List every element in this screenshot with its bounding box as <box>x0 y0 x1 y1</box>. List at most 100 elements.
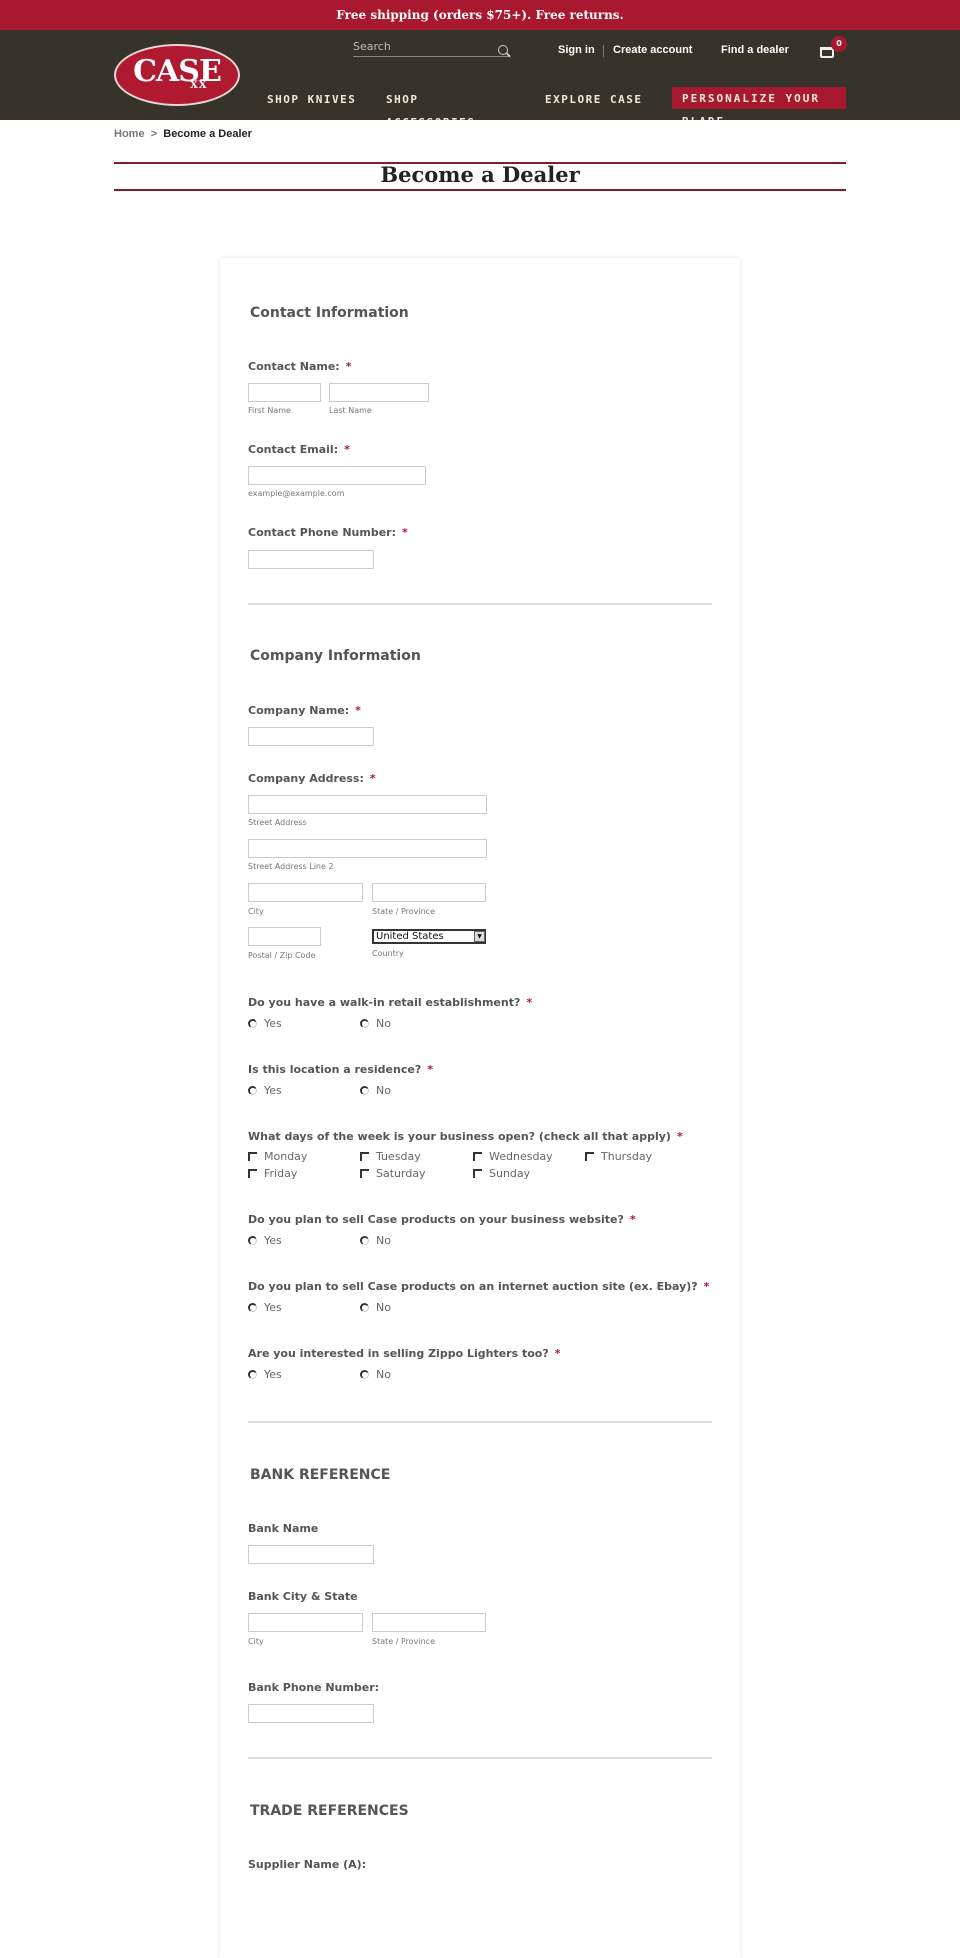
website-yes-radio[interactable]: Yes <box>248 1234 282 1247</box>
bank-state-input[interactable] <box>372 1613 486 1632</box>
day-checkbox[interactable]: Thursday <box>585 1150 652 1163</box>
zip-hint: Postal / Zip Code <box>248 951 316 960</box>
required-marker: * <box>344 443 350 456</box>
contact-phone-label: Contact Phone Number: * <box>248 526 408 539</box>
radio-icon <box>360 1019 369 1028</box>
search-icon[interactable] <box>498 45 508 55</box>
field-label: Bank Name <box>248 1522 319 1535</box>
nav-explore-case[interactable]: EXPLORE CASE <box>545 88 655 111</box>
street2-hint: Street Address Line 2 <box>248 862 334 871</box>
company-name-input[interactable] <box>248 727 374 746</box>
first-name-hint: First Name <box>248 406 291 415</box>
breadcrumb-separator: > <box>150 128 158 140</box>
option-label: Yes <box>264 1084 282 1097</box>
field-label: What days of the week is your business o… <box>248 1130 671 1143</box>
auction-no-radio[interactable]: No <box>360 1301 391 1314</box>
first-name-input[interactable] <box>248 383 321 402</box>
country-hint: Country <box>372 949 404 958</box>
day-checkbox[interactable]: Tuesday <box>360 1150 421 1163</box>
breadcrumb: Home > Become a Dealer <box>114 128 252 140</box>
bank-city-input[interactable] <box>248 1613 363 1632</box>
option-label: Sunday <box>489 1167 531 1180</box>
day-checkbox[interactable]: Saturday <box>360 1167 426 1180</box>
option-label: No <box>376 1017 391 1030</box>
walkin-no-radio[interactable]: No <box>360 1017 391 1030</box>
bank-state-hint: State / Province <box>372 1637 435 1646</box>
auction-question: Do you plan to sell Case products on an … <box>248 1280 709 1293</box>
walkin-yes-radio[interactable]: Yes <box>248 1017 282 1030</box>
residence-no-radio[interactable]: No <box>360 1084 391 1097</box>
street-input[interactable] <box>248 795 487 814</box>
zippo-yes-radio[interactable]: Yes <box>248 1368 282 1381</box>
required-marker: * <box>703 1280 710 1293</box>
city-input[interactable] <box>248 883 363 902</box>
zippo-no-radio[interactable]: No <box>360 1368 391 1381</box>
option-label: No <box>376 1301 391 1314</box>
residence-question: Is this location a residence? * <box>248 1063 433 1076</box>
bank-phone-label: Bank Phone Number: <box>248 1681 379 1694</box>
street2-input[interactable] <box>248 839 487 858</box>
option-label: Saturday <box>376 1167 426 1180</box>
nav-shop-accessories[interactable]: SHOP ACCESSORIES <box>386 88 506 120</box>
zip-input[interactable] <box>248 927 321 946</box>
website-question: Do you plan to sell Case products on you… <box>248 1213 636 1226</box>
cart-count-badge: 0 <box>831 36 847 52</box>
field-label: Is this location a residence? <box>248 1063 422 1076</box>
contact-name-label: Contact Name: * <box>248 360 351 373</box>
city-hint: City <box>248 907 264 916</box>
section-trade: TRADE REFERENCES <box>250 1803 409 1819</box>
radio-icon <box>360 1086 369 1095</box>
day-checkbox[interactable]: Sunday <box>473 1167 530 1180</box>
option-label: No <box>376 1234 391 1247</box>
radio-icon <box>248 1236 257 1245</box>
bank-phone-input[interactable] <box>248 1704 374 1723</box>
sign-in-link[interactable]: Sign in <box>558 44 595 56</box>
radio-icon <box>248 1019 257 1028</box>
breadcrumb-home[interactable]: Home <box>114 128 145 140</box>
find-dealer-link[interactable]: Find a dealer <box>721 44 789 56</box>
website-no-radio[interactable]: No <box>360 1234 391 1247</box>
radio-icon <box>360 1236 369 1245</box>
required-marker: * <box>369 772 376 785</box>
dealer-form <box>220 258 740 1958</box>
required-marker: * <box>401 526 408 539</box>
checkbox-icon <box>473 1152 482 1161</box>
country-select[interactable]: United States ▼ <box>372 929 486 944</box>
case-logo[interactable]: CASE XX <box>114 44 240 106</box>
nav-personalize-blade[interactable]: PERSONALIZE YOUR BLADE <box>672 87 846 120</box>
search-input[interactable]: Search <box>353 40 510 57</box>
create-account-link[interactable]: Create account <box>613 44 692 56</box>
state-input[interactable] <box>372 883 486 902</box>
day-checkbox[interactable]: Friday <box>248 1167 297 1180</box>
last-name-input[interactable] <box>329 383 429 402</box>
required-marker: * <box>355 704 361 717</box>
option-label: Yes <box>264 1234 282 1247</box>
residence-yes-radio[interactable]: Yes <box>248 1084 282 1097</box>
required-marker: * <box>427 1063 433 1076</box>
field-label: Contact Email: <box>248 443 339 456</box>
auction-yes-radio[interactable]: Yes <box>248 1301 282 1314</box>
days-question: What days of the week is your business o… <box>248 1130 683 1143</box>
street-hint: Street Address <box>248 818 307 827</box>
option-label: No <box>376 1368 391 1381</box>
field-label: Company Name: <box>248 704 350 717</box>
site-header: CASE XX Search Sign in Create account Fin… <box>0 30 960 120</box>
zippo-question: Are you interested in selling Zippo Ligh… <box>248 1347 560 1360</box>
option-label: Wednesday <box>489 1150 553 1163</box>
day-checkbox[interactable]: Wednesday <box>473 1150 553 1163</box>
option-label: Tuesday <box>376 1150 421 1163</box>
bank-name-input[interactable] <box>248 1545 374 1564</box>
section-divider <box>248 1757 712 1759</box>
option-label: No <box>376 1084 391 1097</box>
radio-icon <box>360 1303 369 1312</box>
field-label: Contact Phone Number: <box>248 526 396 539</box>
field-label: Do you have a walk-in retail establishme… <box>248 996 521 1009</box>
field-label: Bank City & State <box>248 1590 358 1603</box>
checkbox-icon <box>473 1169 482 1178</box>
email-input[interactable] <box>248 466 426 485</box>
nav-shop-knives[interactable]: SHOP KNIVES <box>267 88 377 111</box>
day-checkbox[interactable]: Monday <box>248 1150 307 1163</box>
phone-input[interactable] <box>248 550 374 569</box>
bank-city-state-label: Bank City & State <box>248 1590 358 1603</box>
contact-email-label: Contact Email: * <box>248 443 350 456</box>
